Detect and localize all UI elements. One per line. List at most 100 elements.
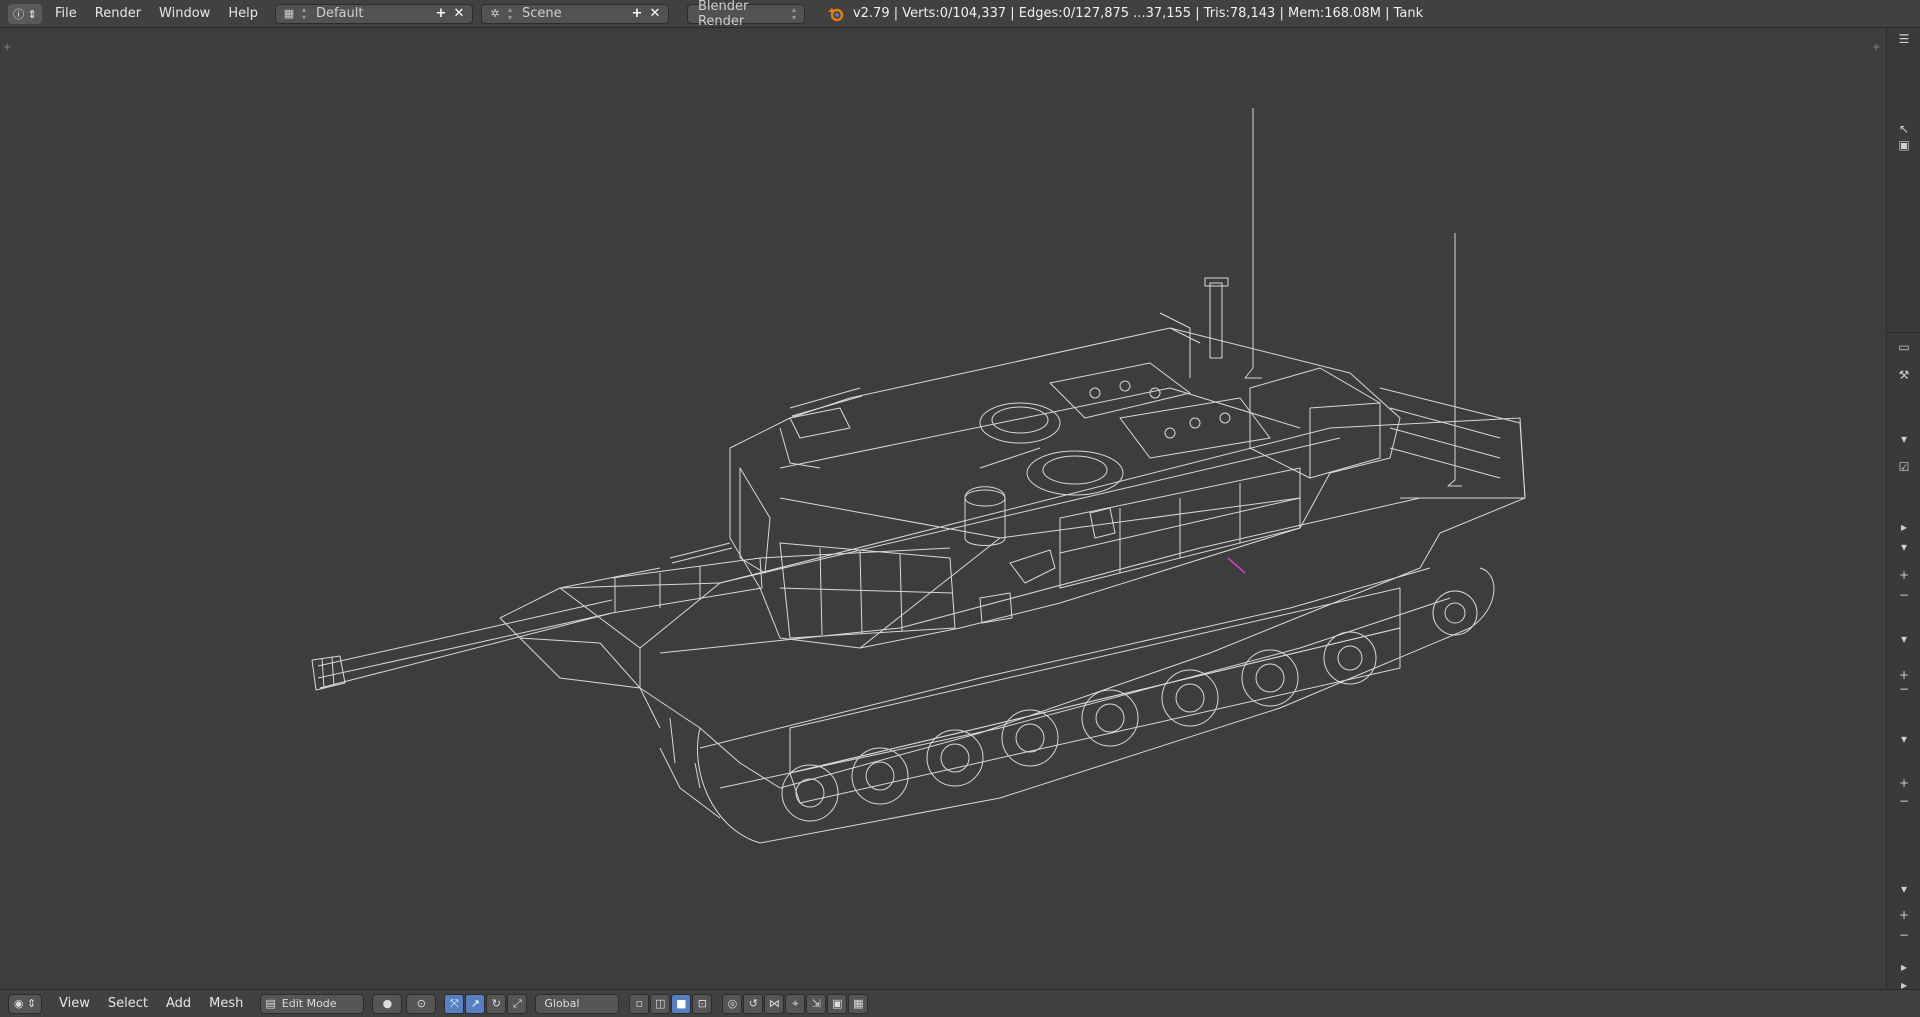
outliner-icon[interactable]: ☰ — [1887, 32, 1920, 46]
render-engine-label[interactable]: Blender Render — [692, 0, 788, 29]
pivot-icon: ⊙ — [416, 997, 426, 1010]
clapper-icon: ▦ — [853, 997, 864, 1010]
mode-dropdown[interactable]: ▤ Edit Mode — [260, 993, 365, 1014]
menu-mesh[interactable]: Mesh — [200, 990, 252, 1017]
3d-view-icon: ◉ ⇕ — [13, 997, 37, 1010]
manipulator-toggle[interactable]: ⤧ — [444, 993, 465, 1014]
magnet-icon: ⌖ — [792, 996, 799, 1010]
dropdown-arrows-icon: ▴ ▾ — [791, 4, 796, 22]
properties-sidebar: ☰ ↖ ▣ ▭ ⚒ ▾ ☑ ▸ ▾ + − ▾ + − ▾ + − ▾ + − … — [1886, 28, 1920, 992]
menu-help[interactable]: Help — [219, 0, 267, 28]
plus-icon[interactable]: + — [1887, 668, 1920, 682]
viewport-shading-dropdown[interactable]: ● — [372, 993, 403, 1014]
snap-element-button[interactable]: ⋈ — [764, 993, 785, 1014]
chevron-down-icon[interactable]: ▾ — [1887, 732, 1920, 746]
3d-view-header: ◉ ⇕ View Select Add Mesh ▤ Edit Mode ● ⊙… — [0, 989, 1920, 1017]
chevron-down-icon[interactable]: ▾ — [1887, 632, 1920, 646]
render-animation-button[interactable]: ▦ — [848, 993, 869, 1014]
add-layout-button[interactable]: + — [432, 6, 450, 21]
transform-orientation-dropdown[interactable]: Global — [535, 993, 620, 1014]
editor-type-button[interactable]: ◉ ⇕ — [8, 993, 42, 1014]
occlude-icon: ⊡ — [697, 997, 707, 1010]
plus-icon[interactable]: + — [1887, 568, 1920, 582]
properties-icon[interactable]: ▭ — [1887, 340, 1920, 354]
track-outline — [697, 567, 1495, 844]
menu-view[interactable]: View — [50, 990, 99, 1017]
minus-icon[interactable]: − — [1887, 682, 1920, 696]
blender-logo-icon — [827, 5, 845, 23]
scene-icon: ✲ — [490, 7, 500, 20]
mode-label: Edit Mode — [281, 997, 337, 1010]
snap-toggle-button[interactable]: ⇲ — [806, 993, 827, 1014]
scale-icon: ⤢ — [512, 996, 522, 1010]
edge-select-icon: ◫ — [655, 997, 666, 1010]
edit-mode-icon: ▤ — [265, 997, 276, 1010]
scale-manipulator[interactable]: ⤢ — [507, 993, 528, 1014]
chevron-down-icon[interactable]: ▾ — [1887, 882, 1920, 896]
scene-name[interactable]: Scene — [516, 6, 628, 21]
face-select-icon: ■ — [676, 997, 687, 1010]
orientation-label: Global — [544, 997, 580, 1010]
chevron-right-icon[interactable]: ▸ — [1887, 520, 1920, 534]
translate-manipulator[interactable]: ↗ — [465, 993, 486, 1014]
menu-select[interactable]: Select — [99, 990, 157, 1017]
editor-type-button[interactable]: ⓘ ⇕ — [8, 3, 42, 24]
menu-window[interactable]: Window — [150, 0, 219, 28]
snap-target-button[interactable]: ⌖ — [785, 993, 806, 1014]
render-image-button[interactable]: ▣ — [827, 993, 848, 1014]
occlude-geometry-button[interactable]: ⊡ — [692, 993, 713, 1014]
rotate-manipulator[interactable]: ↻ — [486, 993, 507, 1014]
proportional-edit-button[interactable]: ◎ — [722, 993, 743, 1014]
proportional-icon: ◎ — [727, 997, 738, 1010]
scene-statistics: v2.79 | Verts:0/104,337 | Edges:0/127,87… — [827, 5, 1423, 23]
menu-file[interactable]: File — [46, 0, 86, 28]
screen-layout-icon: ▦ — [283, 7, 295, 20]
add-scene-button[interactable]: + — [628, 6, 646, 21]
scene-dropdown[interactable]: ✲ ▴ ▾ Scene + ✕ — [480, 3, 669, 24]
plus-icon[interactable]: + — [1887, 908, 1920, 922]
snap-toggle-icon: ⇲ — [811, 997, 821, 1010]
checkbox-icon[interactable]: ☑ — [1887, 460, 1920, 474]
minus-icon[interactable]: − — [1887, 928, 1920, 942]
face-select-button[interactable]: ■ — [671, 993, 692, 1014]
pivot-point-dropdown[interactable]: ⊙ — [406, 993, 437, 1014]
chevron-right-icon[interactable]: ▸ — [1887, 960, 1920, 974]
chevron-down-icon[interactable]: ▾ — [1887, 432, 1920, 446]
undo-history-button[interactable]: ↺ — [743, 993, 764, 1014]
screen-layout-name[interactable]: Default — [310, 6, 432, 21]
tank-wireframe — [311, 108, 1526, 844]
edge-select-button[interactable]: ◫ — [650, 993, 671, 1014]
remove-layout-button[interactable]: ✕ — [450, 6, 468, 21]
tools-icon[interactable]: ⚒ — [1887, 368, 1920, 382]
snap-icon: ⋈ — [768, 997, 780, 1010]
antenna-1 — [1244, 108, 1262, 379]
layer-1-button[interactable]: ▫ — [629, 993, 650, 1014]
3d-viewport[interactable]: + + — [0, 28, 1886, 989]
cursor-icon[interactable]: ↖ — [1887, 122, 1920, 136]
plus-icon[interactable]: + — [1887, 776, 1920, 790]
statistics-text: v2.79 | Verts:0/104,337 | Edges:0/127,87… — [852, 6, 1424, 21]
selected-edge — [1227, 557, 1246, 574]
info-header: ⓘ ⇕ File Render Window Help ▦ ▴ ▾ Default… — [0, 0, 1920, 29]
rotate-icon: ↻ — [491, 997, 501, 1010]
screen-layout-dropdown[interactable]: ▦ ▴ ▾ Default + ✕ — [274, 3, 473, 24]
minus-icon[interactable]: − — [1887, 794, 1920, 808]
solid-shading-icon: ● — [382, 997, 393, 1010]
info-icon: ⓘ ⇕ — [13, 7, 37, 21]
vertex-select-icon: ▫ — [635, 997, 644, 1010]
dropdown-arrows-icon: ▴ ▾ — [507, 4, 512, 22]
render-icon[interactable]: ▣ — [1887, 138, 1920, 152]
minus-icon[interactable]: − — [1887, 588, 1920, 602]
main-gun-barrel — [317, 557, 763, 679]
render-engine-dropdown[interactable]: Blender Render ▴ ▾ — [686, 0, 805, 29]
undo-icon: ↺ — [748, 997, 758, 1010]
sidebar-divider — [1887, 332, 1920, 333]
dropdown-arrows-icon: ▴ ▾ — [301, 4, 306, 22]
remove-scene-button[interactable]: ✕ — [646, 6, 664, 21]
menu-render[interactable]: Render — [86, 0, 150, 28]
chevron-down-icon[interactable]: ▾ — [1887, 540, 1920, 554]
antenna-2 — [1447, 233, 1462, 487]
manipulator-icon: ⤧ — [449, 996, 459, 1010]
menu-add[interactable]: Add — [157, 990, 200, 1017]
hull-outline — [639, 417, 1526, 789]
